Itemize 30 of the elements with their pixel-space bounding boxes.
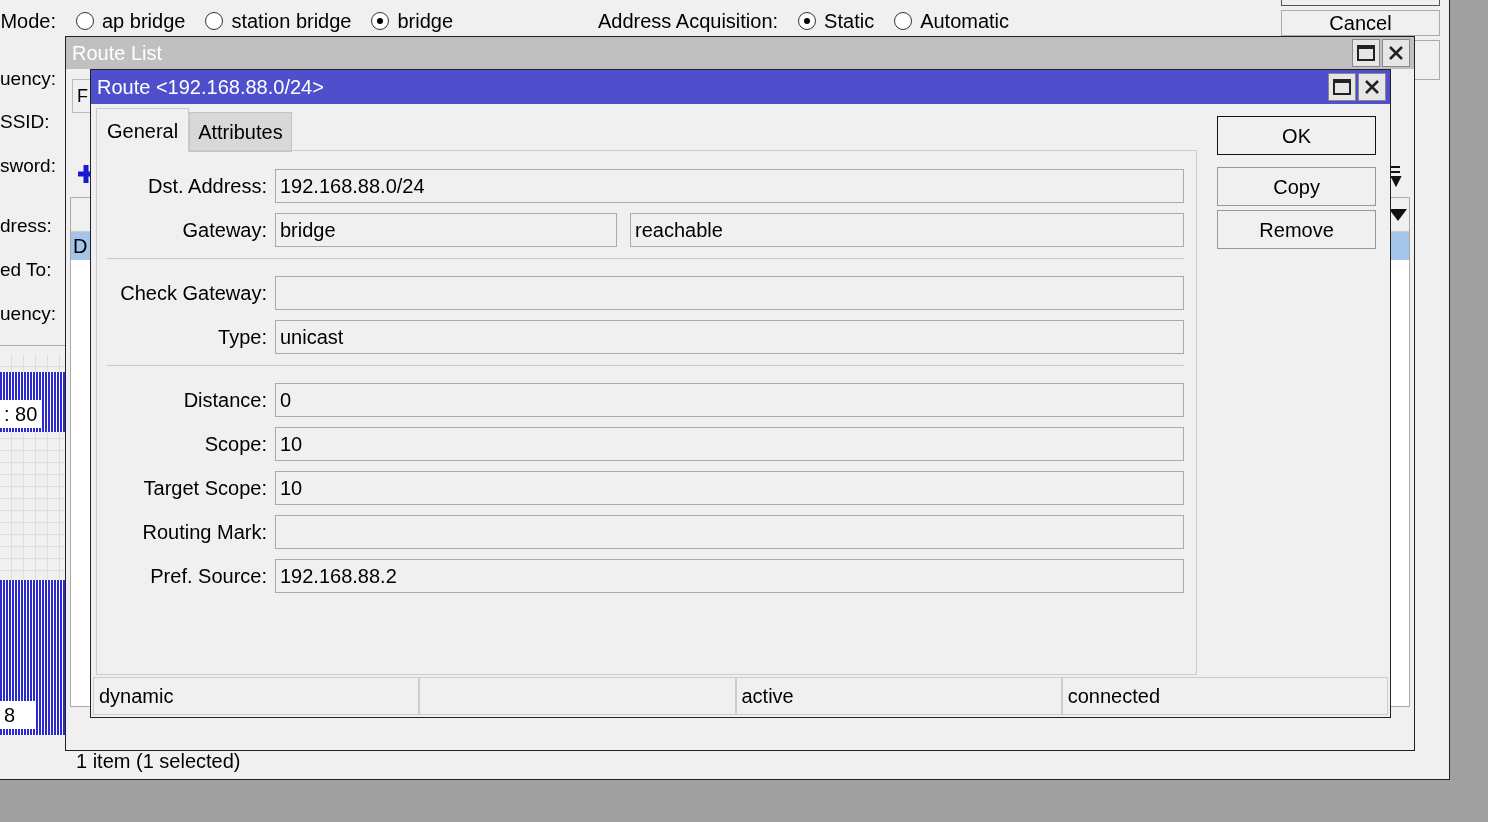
field-label: Gateway:: [181, 218, 267, 243]
status-cell: dynamic: [93, 677, 420, 715]
field-label: SSID:: [0, 110, 50, 134]
field-label: Type:: [217, 325, 267, 350]
field-label: Check Gateway:: [119, 281, 267, 306]
radio-label: bridge: [397, 9, 454, 34]
status-cell: active: [735, 677, 1062, 715]
status-cell: connected: [1061, 677, 1388, 715]
field-label: Pref. Source:: [149, 564, 267, 589]
radio-label: station bridge: [231, 9, 352, 34]
status-text: 1 item (1 selected): [76, 749, 241, 773]
field-label: Dst. Address:: [147, 174, 267, 199]
field-label: dress:: [0, 214, 52, 238]
field-label: ed To:: [0, 258, 52, 282]
field-label: Scope:: [203, 432, 267, 457]
field-label: uency:: [0, 67, 56, 91]
radio-label: ap bridge: [102, 9, 186, 34]
field-label: uency:: [0, 302, 56, 326]
radio-label: Static: [824, 9, 875, 34]
radio-label: Automatic: [920, 9, 1010, 34]
field-label: Address Acquisition:: [598, 9, 779, 34]
graph-value-label: : 80: [0, 400, 42, 428]
field-label: Routing Mark:: [141, 520, 267, 545]
field-label: Mode:: [0, 9, 56, 34]
graph-value-label: 8: [0, 701, 35, 729]
field-label: Target Scope:: [142, 476, 267, 501]
window-title: Route <192.168.88.0/24>: [97, 75, 324, 100]
field-label: Distance:: [182, 388, 267, 413]
field-label: sword:: [0, 154, 56, 178]
window-title: Route List: [72, 41, 163, 66]
